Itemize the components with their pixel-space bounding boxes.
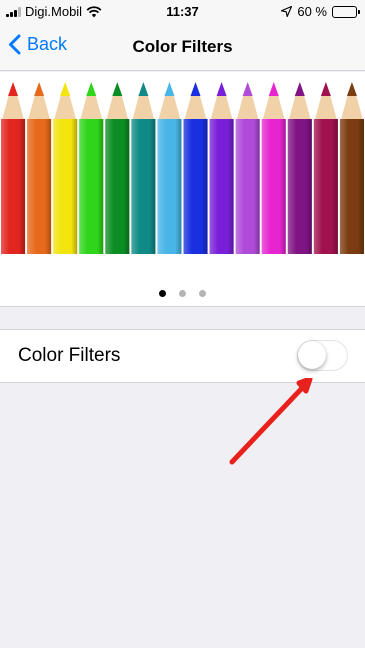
color-filter-preview-carousel[interactable] <box>0 72 365 307</box>
color-filters-row: Color Filters <box>0 329 365 383</box>
pencil <box>183 82 208 254</box>
page-title: Color Filters <box>132 37 233 56</box>
navigation-bar: Back Color Filters <box>0 24 365 71</box>
status-right: 60 % <box>281 4 360 19</box>
pencil <box>79 82 104 254</box>
pencil <box>287 82 312 254</box>
toggle-knob <box>298 341 326 369</box>
page-dot[interactable] <box>159 290 166 297</box>
pencil <box>157 82 182 254</box>
location-arrow-icon <box>281 6 293 17</box>
battery-percent: 60 % <box>297 4 327 19</box>
pencil <box>235 82 260 254</box>
color-filters-toggle[interactable] <box>297 340 348 371</box>
page-dot[interactable] <box>199 290 206 297</box>
status-bar: Digi.Mobil 11:37 60 % <box>0 0 365 24</box>
pencil <box>1 82 26 254</box>
color-filters-label: Color Filters <box>18 345 121 366</box>
pencil <box>53 82 78 254</box>
pencil <box>261 82 286 254</box>
red-arrow-annotation <box>229 378 313 465</box>
page-dot[interactable] <box>179 290 186 297</box>
battery-icon <box>332 5 360 18</box>
colored-pencils-preview-image <box>1 82 364 254</box>
pencil <box>313 82 338 254</box>
pencil <box>209 82 234 254</box>
pencil <box>105 82 130 254</box>
page-control[interactable] <box>0 290 365 297</box>
pencil <box>339 82 364 254</box>
pencil <box>27 82 52 254</box>
pencil <box>131 82 156 254</box>
